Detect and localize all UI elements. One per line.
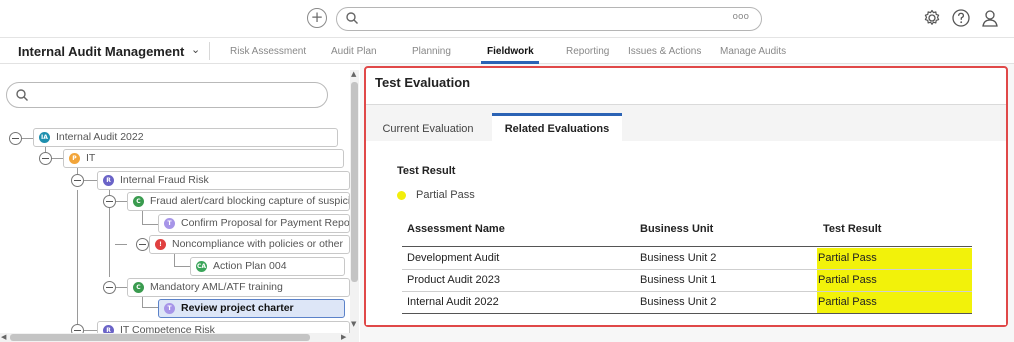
status-dot-icon: [397, 191, 406, 200]
tree-connector: [142, 307, 158, 308]
row-divider: [402, 313, 972, 314]
nav-divider: [209, 42, 210, 60]
tree-connector: [77, 190, 78, 330]
collapse-toggle[interactable]: [9, 132, 22, 145]
more-options-icon[interactable]: ooo: [732, 12, 749, 22]
tree-connector: [115, 201, 127, 202]
tree-connector: [115, 244, 127, 245]
tree-node-internal-audit-2022[interactable]: IA Internal Audit 2022: [33, 128, 338, 147]
search-icon: [16, 89, 28, 101]
tree-node-review-project-charter[interactable]: T Review project charter: [158, 299, 345, 318]
tab-current-evaluation[interactable]: Current Evaluation: [366, 113, 490, 141]
collapse-toggle[interactable]: [103, 195, 116, 208]
scrollbar-thumb[interactable]: [351, 82, 358, 282]
tree-node-label: Internal Fraud Risk: [120, 174, 209, 186]
gear-icon[interactable]: [922, 8, 942, 28]
collapse-toggle[interactable]: [103, 281, 116, 294]
tree-search-input[interactable]: [6, 82, 328, 108]
nav-item-risk-assessment[interactable]: Risk Assessment: [230, 46, 306, 57]
scroll-right-icon[interactable]: ▶: [341, 333, 346, 341]
global-search-input[interactable]: ooo: [336, 7, 762, 31]
column-header-assessment-name: Assessment Name: [407, 223, 505, 235]
tree-node-label: Fraud alert/card blocking capture of sus…: [150, 195, 350, 207]
tree-connector: [174, 252, 175, 266]
collapse-toggle[interactable]: [71, 174, 84, 187]
column-header-business-unit: Business Unit: [640, 223, 714, 235]
user-icon[interactable]: [980, 8, 1000, 28]
chevron-down-icon[interactable]: ⌄: [191, 43, 200, 56]
nav-item-issues-actions[interactable]: Issues & Actions: [628, 46, 701, 57]
tree-node-label: Review project charter: [181, 302, 294, 314]
app-selector[interactable]: Internal Audit Management: [18, 44, 184, 59]
cell-test-result: Partial Pass: [818, 274, 877, 286]
tree-node-confirm-proposal[interactable]: T Confirm Proposal for Payment Report: [158, 214, 350, 233]
tree-connector: [115, 287, 127, 288]
tree-node-label: Noncompliance with policies or other: [172, 238, 343, 250]
cell-assessment-name: Development Audit: [407, 252, 500, 264]
search-icon: [346, 12, 358, 24]
tree-node-internal-fraud-risk[interactable]: R Internal Fraud Risk: [97, 171, 350, 190]
nav-item-reporting[interactable]: Reporting: [566, 46, 609, 57]
risk-badge-icon: R: [103, 175, 114, 186]
project-badge-icon: P: [69, 153, 80, 164]
tree-connector: [142, 209, 143, 224]
control-badge-icon: C: [133, 282, 144, 293]
tree-node-label: Confirm Proposal for Payment Report: [181, 217, 350, 229]
test-result-label: Test Result: [397, 165, 456, 177]
tree-node-label: IT: [86, 152, 96, 164]
test-badge-icon: T: [164, 303, 175, 314]
row-divider: [402, 269, 972, 270]
scroll-up-icon[interactable]: ▲: [351, 70, 356, 78]
audit-badge-icon: IA: [39, 132, 50, 143]
tree-connector: [21, 138, 33, 139]
cell-assessment-name: Product Audit 2023: [407, 274, 500, 286]
collapse-toggle[interactable]: [39, 152, 52, 165]
test-result-value: Partial Pass: [416, 189, 475, 201]
tree-node-it[interactable]: P IT: [63, 149, 344, 168]
tree-connector: [174, 266, 190, 267]
tree-node-action-plan-004[interactable]: CA Action Plan 004: [190, 257, 345, 276]
tree-node-noncompliance[interactable]: ! Noncompliance with policies or other: [149, 235, 350, 254]
nav-item-planning[interactable]: Planning: [412, 46, 451, 57]
add-icon[interactable]: +: [307, 8, 327, 28]
tab-related-evaluations[interactable]: Related Evaluations: [492, 113, 622, 141]
tree-connector: [142, 224, 158, 225]
scrollbar-thumb[interactable]: [10, 334, 310, 341]
cell-test-result: Partial Pass: [818, 296, 877, 308]
test-badge-icon: T: [164, 218, 175, 229]
action-plan-badge-icon: CA: [196, 261, 207, 272]
cell-business-unit: Business Unit 2: [640, 252, 717, 264]
table-header-rule: [402, 246, 972, 247]
nav-item-manage-audits[interactable]: Manage Audits: [720, 46, 786, 57]
row-divider: [402, 291, 972, 292]
panel-title: Test Evaluation: [375, 75, 471, 90]
tree-connector: [51, 158, 63, 159]
tree-node-label: Action Plan 004: [213, 260, 287, 272]
nav-item-fieldwork[interactable]: Fieldwork: [487, 46, 534, 57]
cell-test-result: Partial Pass: [818, 252, 877, 264]
tree-node-fraud-alert[interactable]: C Fraud alert/card blocking capture of s…: [127, 192, 350, 211]
issue-badge-icon: !: [155, 239, 166, 250]
column-header-test-result: Test Result: [823, 223, 882, 235]
scroll-left-icon[interactable]: ◀: [1, 333, 6, 341]
tree-node-label: Internal Audit 2022: [56, 131, 144, 143]
tree-connector: [84, 330, 97, 331]
cell-business-unit: Business Unit 2: [640, 296, 717, 308]
top-bar: + ooo: [0, 0, 1014, 38]
scroll-down-icon[interactable]: ▼: [351, 320, 356, 328]
cell-business-unit: Business Unit 1: [640, 274, 717, 286]
help-icon[interactable]: [951, 8, 971, 28]
nav-item-audit-plan[interactable]: Audit Plan: [331, 46, 377, 57]
module-navbar: Internal Audit Management ⌄ Risk Assessm…: [0, 38, 1014, 64]
tree-connector: [84, 180, 97, 181]
tree-node-label: Mandatory AML/ATF training: [150, 281, 283, 293]
cell-assessment-name: Internal Audit 2022: [407, 296, 499, 308]
tree-node-mandatory-aml[interactable]: C Mandatory AML/ATF training: [127, 278, 350, 297]
control-badge-icon: C: [133, 196, 144, 207]
collapse-toggle[interactable]: [136, 238, 149, 251]
